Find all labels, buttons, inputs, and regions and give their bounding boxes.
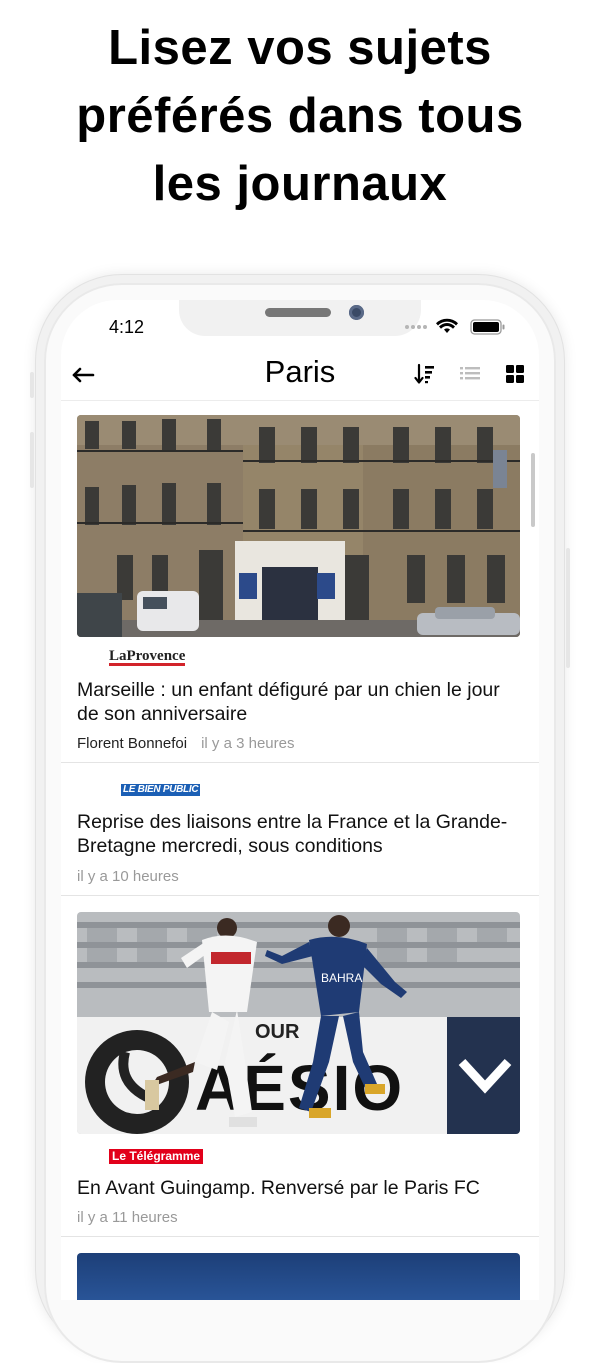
wifi-icon	[436, 318, 458, 333]
status-icons	[405, 318, 505, 335]
battery-icon	[470, 319, 505, 335]
grid-view-icon[interactable]	[503, 362, 527, 386]
article-card[interactable]: LE BIEN PUBLIC Reprise des liaisons entr…	[61, 762, 539, 896]
signal-icon	[405, 325, 427, 329]
article-title[interactable]: En Avant Guingamp. Renversé par le Paris…	[77, 1176, 523, 1200]
article-title[interactable]: Marseille : un enfant défiguré par un ch…	[77, 678, 523, 726]
phone-side-button-right	[566, 548, 570, 668]
article-meta: Florent Bonnefoi il y a 3 heures	[77, 735, 294, 752]
phone-side-button-left	[30, 372, 34, 398]
article-image-building[interactable]	[77, 415, 520, 637]
arrow-left-icon[interactable]	[71, 362, 97, 388]
article-image[interactable]	[77, 1253, 520, 1300]
article-image-football[interactable]: AÉSIO OUR BAHRA	[77, 912, 520, 1134]
article-author: Florent Bonnefoi	[77, 735, 188, 752]
phone-notch	[179, 300, 421, 336]
app-screen: 4:12 Paris LaProvence Marseille: un enf…	[61, 300, 539, 1300]
promo-line-3: les journaux	[152, 157, 448, 211]
front-camera	[349, 305, 364, 320]
scrollbar[interactable]	[531, 453, 535, 527]
source-logo-telegramme: Le Télégramme	[109, 1149, 204, 1164]
article-title[interactable]: Reprise des liaisons entre la France et …	[77, 810, 523, 858]
article-card[interactable]: AÉSIO OUR BAHRA Le Télégramme En Avant G…	[61, 895, 539, 1237]
article-card[interactable]: LaProvence Marseille : un enfant défigur…	[61, 401, 539, 763]
svg-text:BAHRA: BAHRA	[321, 971, 362, 985]
sort-icon[interactable]	[413, 362, 437, 386]
promo-line-1: Lisez vos sujets	[108, 21, 492, 75]
article-time: il y a 10 heures	[77, 868, 179, 885]
phone-side-button-left	[30, 432, 34, 488]
status-time: 4:12	[109, 317, 145, 337]
source-logo-laprovence: LaProvence	[109, 648, 186, 666]
list-view-icon[interactable]	[458, 362, 482, 386]
article-time: il y a 3 heures	[201, 735, 295, 752]
article-card[interactable]	[61, 1236, 539, 1300]
speaker-grille	[265, 308, 331, 317]
source-logo-bienpublic: LE BIEN PUBLIC	[121, 784, 201, 796]
promo-headline: Lisez vos sujets préférés dans tous les …	[0, 14, 600, 218]
article-time: il y a 11 heures	[77, 1209, 178, 1226]
nav-bar: Paris	[61, 348, 539, 401]
svg-text:OUR: OUR	[255, 1021, 300, 1043]
promo-line-2: préférés dans tous	[76, 89, 524, 143]
